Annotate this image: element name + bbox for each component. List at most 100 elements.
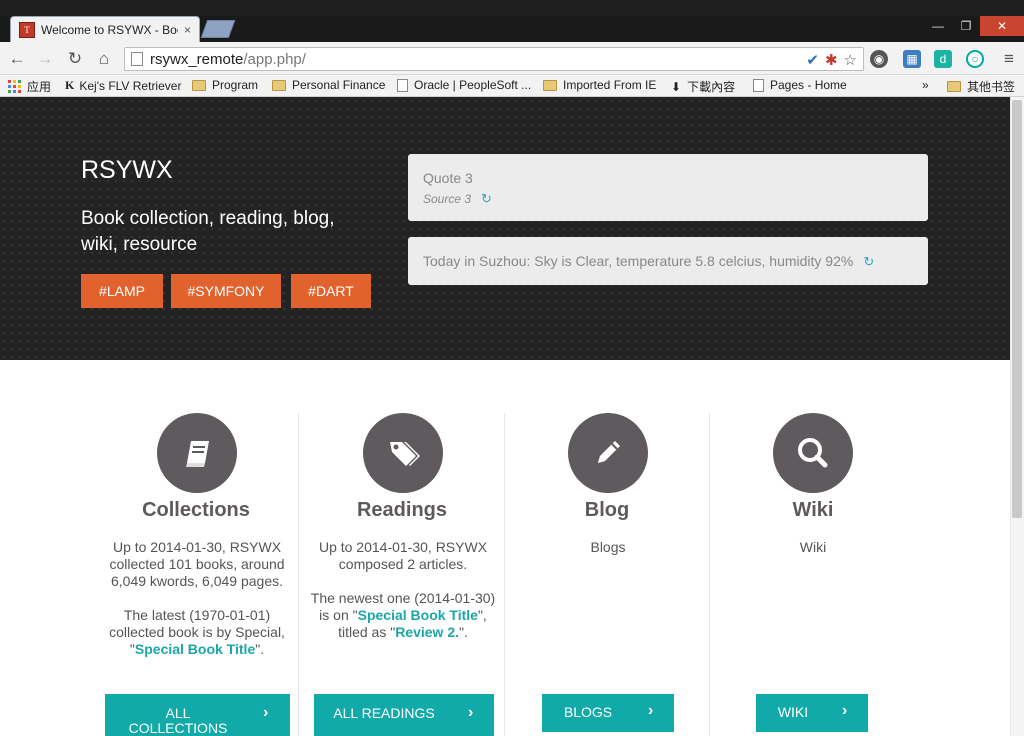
- blogs-label: BLOGS: [563, 704, 613, 720]
- folder-icon: [543, 79, 557, 91]
- url-host: rsywx_remote: [150, 50, 244, 68]
- bookmark-imported-from-ie[interactable]: Imported From IE: [543, 78, 656, 92]
- bookmark-oracle[interactable]: Oracle | PeopleSoft ...: [397, 78, 531, 92]
- blogs-button[interactable]: BLOGS ›: [542, 694, 674, 732]
- refresh-weather-icon[interactable]: ↻: [863, 254, 874, 270]
- weather-card: Today in Suzhou: Sky is Clear, temperatu…: [408, 237, 928, 285]
- bookmark-flv-retriever[interactable]: K Kej's FLV Retriever: [65, 78, 181, 93]
- wiki-summary: Wiki: [799, 539, 827, 555]
- extension-grid-icon[interactable]: ▦: [903, 50, 921, 68]
- folder-icon: [192, 79, 206, 91]
- readings-latest-end: ".: [459, 624, 468, 640]
- page-icon: [131, 52, 143, 66]
- bookmark-personal-finance[interactable]: Personal Finance: [272, 78, 385, 92]
- readings-book-link[interactable]: Special Book Title: [358, 607, 478, 623]
- page-icon: [397, 78, 408, 92]
- bookmarks-overflow-chevron[interactable]: »: [922, 78, 929, 92]
- chevron-right-icon: ›: [648, 702, 654, 719]
- maximize-button[interactable]: ❐: [952, 16, 980, 36]
- all-collections-label: ALL COLLECTIONS: [128, 705, 228, 736]
- quote-source-text: Source 3: [423, 192, 472, 206]
- tag-button-lamp[interactable]: #LAMP: [81, 274, 163, 308]
- back-icon[interactable]: ←: [6, 48, 28, 70]
- home-icon[interactable]: ⌂: [93, 48, 115, 70]
- collections-latest: The latest (1970-01-01) collected book i…: [102, 607, 292, 658]
- extension-d-icon[interactable]: d: [934, 50, 952, 68]
- page-viewport: RSYWX Book collection, reading, blog, wi…: [0, 97, 1010, 736]
- chevron-right-icon: ›: [842, 702, 848, 719]
- bookmark-other[interactable]: 其他书签: [947, 78, 1015, 95]
- pencil-icon: [568, 413, 648, 493]
- folder-icon: [947, 81, 961, 92]
- bookmark-downloads[interactable]: ⬇ 下載內容: [671, 78, 735, 95]
- bookmark-label: 其他书签: [967, 80, 1016, 94]
- window-top-strip: [0, 0, 1024, 16]
- close-window-button[interactable]: ✕: [980, 16, 1024, 36]
- site-tagline: Book collection, reading, blog, wiki, re…: [81, 208, 335, 255]
- apps-icon: [8, 80, 21, 93]
- browser-toolbar: ← → ↻ ⌂ rsywx_remote/app.php/ ✔ ✱ ☆ ◉ ▦ …: [0, 42, 1024, 75]
- bookmark-label: 下載內容: [687, 80, 736, 94]
- all-readings-button[interactable]: ALL READINGS ›: [314, 694, 494, 736]
- tag-button-dart[interactable]: #DART: [291, 274, 371, 308]
- site-favicon-icon: T: [19, 21, 35, 38]
- menu-icon[interactable]: ≡: [998, 48, 1020, 70]
- search-icon: [773, 413, 853, 493]
- extension-globe-icon[interactable]: ◉: [870, 50, 888, 68]
- bookmark-label: Program: [212, 78, 259, 92]
- quote-card: Quote 3 Source 3 ↻: [408, 154, 928, 221]
- collections-latest-end: ".: [255, 641, 265, 657]
- tab-close-icon[interactable]: ×: [184, 23, 191, 37]
- collections-title: Collections: [142, 499, 250, 521]
- quote-text: Quote 3: [423, 170, 473, 186]
- blog-summary: Blogs: [590, 539, 626, 555]
- column-divider: [709, 413, 710, 736]
- blog-title: Blog: [584, 499, 630, 521]
- tag-button-symfony[interactable]: #SYMFONY: [171, 274, 281, 308]
- translate-icon[interactable]: ✱: [825, 51, 838, 69]
- bookmark-pages-home[interactable]: Pages - Home: [753, 78, 847, 92]
- folder-icon: [272, 79, 286, 91]
- column-divider: [504, 413, 505, 736]
- bookmark-program[interactable]: Program: [192, 78, 258, 92]
- bookmark-label: Imported From IE: [563, 78, 657, 92]
- book-icon: [157, 413, 237, 493]
- extension-ring-icon[interactable]: ○: [966, 50, 984, 68]
- collections-book-link[interactable]: Special Book Title: [135, 641, 255, 657]
- wiki-button[interactable]: WIKI ›: [756, 694, 868, 732]
- bookmark-label: Pages - Home: [770, 78, 847, 92]
- all-collections-button[interactable]: ALL COLLECTIONS ›: [105, 694, 290, 736]
- bookmark-label: Oracle | PeopleSoft ...: [414, 78, 532, 92]
- bookmark-label: Personal Finance: [292, 78, 386, 92]
- refresh-quote-icon[interactable]: ↻: [481, 191, 492, 207]
- readings-latest: The newest one (2014-01-30) is on "Speci…: [308, 590, 498, 641]
- forward-icon[interactable]: →: [34, 48, 56, 70]
- quote-source: Source 3 ↻: [423, 191, 492, 207]
- tags-icon: [363, 413, 443, 493]
- bookmark-star-icon[interactable]: ☆: [844, 51, 857, 69]
- readings-summary: Up to 2014-01-30, RSYWX composed 2 artic…: [318, 539, 488, 572]
- column-divider: [298, 413, 299, 736]
- site-brand[interactable]: RSYWX: [81, 156, 173, 185]
- minimize-button[interactable]: —: [924, 16, 952, 36]
- browser-tab[interactable]: T Welcome to RSYWX - Boo ×: [10, 16, 200, 42]
- url-path: /app.php/: [243, 50, 306, 68]
- reload-icon[interactable]: ↻: [64, 48, 86, 70]
- verified-icon[interactable]: ✔: [806, 51, 819, 69]
- bookmark-label: Kej's FLV Retriever: [79, 78, 182, 93]
- bookmark-apps[interactable]: 应用: [8, 78, 51, 95]
- features-section: Collections Up to 2014-01-30, RSYWX coll…: [0, 360, 1010, 736]
- address-bar[interactable]: rsywx_remote/app.php/ ✔ ✱ ☆: [124, 47, 864, 71]
- weather-text: Today in Suzhou: Sky is Clear, temperatu…: [423, 253, 874, 270]
- chevron-right-icon: ›: [468, 704, 474, 721]
- bookmark-label: 应用: [27, 80, 52, 94]
- weather-summary: Today in Suzhou: Sky is Clear, temperatu…: [423, 253, 854, 269]
- window-controls: — ❐ ✕: [924, 16, 1024, 36]
- collections-summary: Up to 2014-01-30, RSYWX collected 101 bo…: [109, 539, 285, 589]
- wiki-label: WIKI: [777, 704, 809, 720]
- k-logo-icon: K: [65, 78, 75, 92]
- readings-review-link[interactable]: Review 2.: [395, 624, 459, 640]
- scrollbar-thumb[interactable]: [1012, 100, 1022, 518]
- readings-title: Readings: [356, 499, 448, 521]
- wiki-title: Wiki: [792, 499, 834, 521]
